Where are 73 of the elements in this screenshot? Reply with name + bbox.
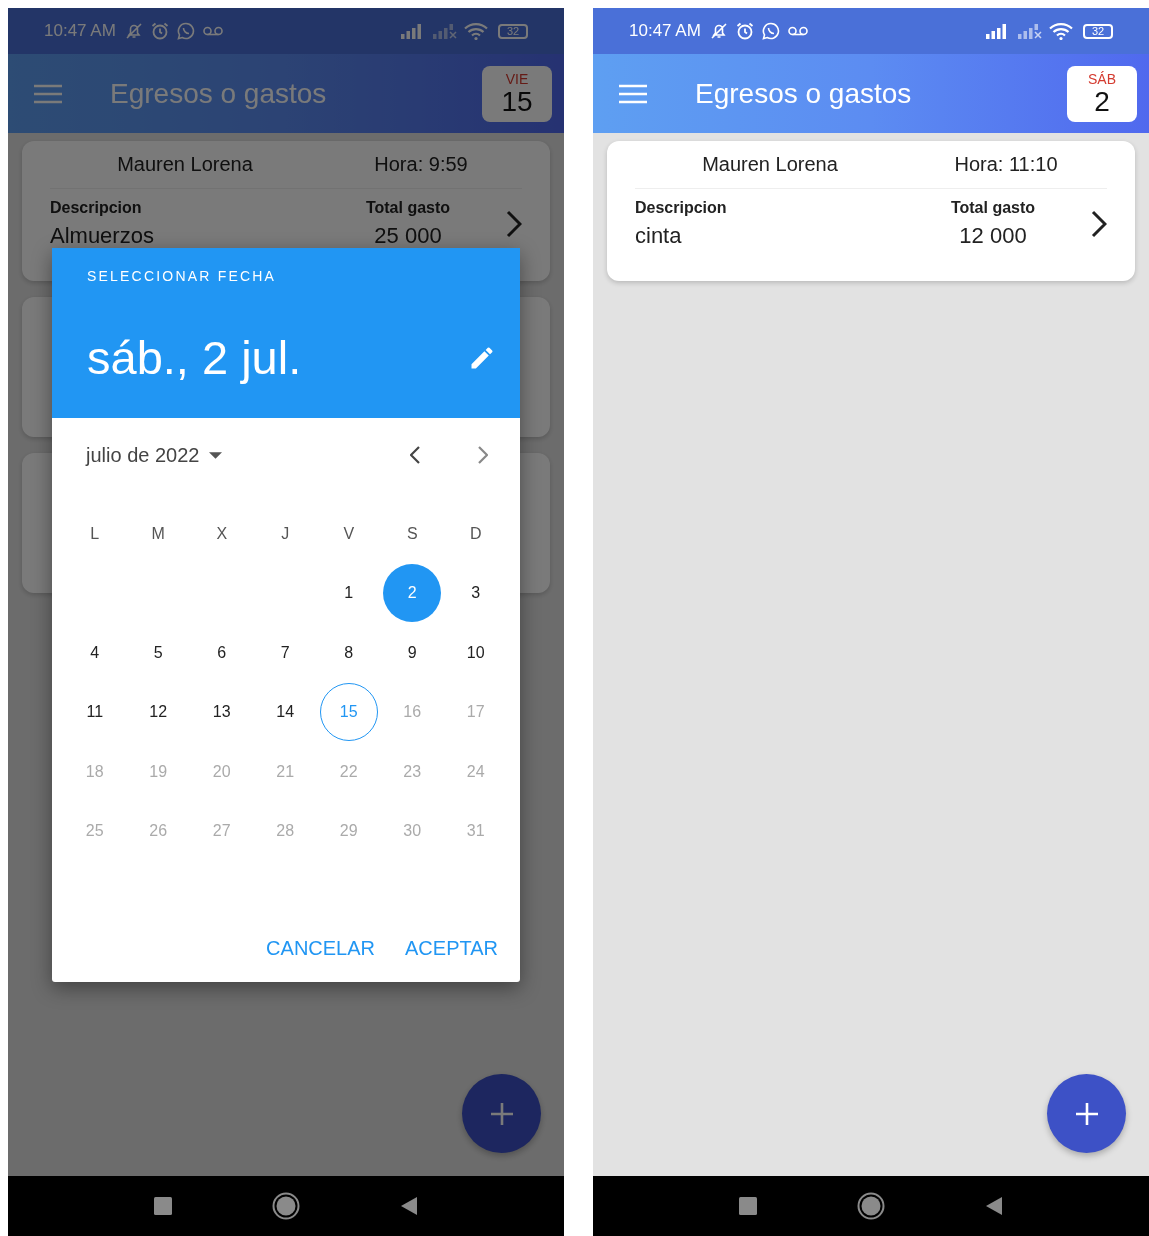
weekday-label: X — [216, 524, 228, 543]
badge-day: 2 — [1094, 86, 1110, 117]
calendar-day[interactable]: 4 — [65, 623, 124, 682]
total-label: Total gasto — [365, 199, 451, 217]
badge-weekday: SÁB — [1088, 70, 1116, 87]
calendar-day[interactable]: 14 — [256, 683, 315, 742]
app-title: Egresos o gastos — [110, 77, 327, 110]
caret-down-icon[interactable] — [209, 451, 223, 459]
calendar-day[interactable]: 12 — [129, 683, 188, 742]
total-label: Total gasto — [950, 199, 1036, 217]
weekday-label: M — [151, 524, 165, 543]
calendar-day[interactable]: 9 — [383, 623, 442, 682]
weekday-label: D — [469, 524, 482, 543]
home-icon[interactable] — [857, 1192, 885, 1220]
expense-time: Hora: 11:10 — [953, 153, 1059, 176]
person-name: Mauren Lorena — [116, 153, 254, 176]
badge-day: 15 — [501, 86, 533, 117]
description-label: Descripcion — [635, 199, 728, 217]
calendar-day[interactable]: 11 — [65, 683, 124, 742]
description-label: Descripcion — [50, 199, 143, 217]
home-icon[interactable] — [272, 1192, 300, 1220]
chat-icon — [175, 21, 196, 41]
date-badge[interactable]: SÁB 2 — [1067, 65, 1137, 122]
weekday-label: L — [90, 524, 100, 543]
plus-icon — [489, 1101, 514, 1126]
calendar-day[interactable]: 1 — [319, 564, 378, 623]
total-value: 12 000 — [959, 223, 1027, 249]
add-button[interactable] — [1047, 1074, 1126, 1153]
calendar-day[interactable]: 10 — [446, 623, 505, 682]
battery-icon: 32 — [1083, 23, 1113, 39]
expense-card[interactable]: Mauren Lorena Hora: 11:10 Descripcion cinta Total gasto 12 000 — [607, 141, 1135, 281]
calendar-day[interactable]: 8 — [319, 623, 378, 682]
wifi-icon — [464, 22, 488, 40]
weekday-label: S — [406, 524, 418, 543]
calendar-day[interactable]: 7 — [256, 623, 315, 682]
calendar-day[interactable]: 13 — [192, 683, 251, 742]
battery-icon: 32 — [498, 23, 528, 39]
back-icon[interactable] — [400, 1196, 418, 1216]
date-badge[interactable]: VIE 15 — [482, 65, 552, 122]
plus-icon — [1074, 1101, 1099, 1126]
description-value: Almuerzos — [50, 223, 155, 249]
accept-button[interactable]: ACEPTAR — [397, 929, 506, 968]
voicemail-icon — [201, 25, 224, 37]
calendar-day[interactable]: 6 — [192, 623, 251, 682]
no-signal-icon — [1017, 23, 1043, 39]
calendar-day[interactable]: 5 — [129, 623, 188, 682]
chevron-right-icon[interactable] — [1091, 210, 1107, 238]
add-button[interactable] — [462, 1074, 541, 1153]
alarm-icon — [734, 21, 755, 41]
dialog-overline: SELECCIONAR FECHA — [87, 268, 278, 284]
app-title: Egresos o gastos — [695, 77, 912, 110]
badge-weekday: VIE — [505, 70, 529, 87]
next-month-icon[interactable] — [478, 446, 488, 464]
cancel-button[interactable]: CANCELAR — [258, 929, 383, 968]
selected-date: sáb., 2 jul. — [87, 330, 302, 385]
calendar-day[interactable]: 2 — [383, 564, 442, 623]
menu-icon[interactable] — [619, 83, 647, 104]
status-time: 10:47 AM — [44, 21, 116, 41]
status-time: 10:47 AM — [629, 21, 701, 41]
month-selector[interactable]: julio de 2022 — [86, 443, 200, 467]
voicemail-icon — [786, 25, 809, 37]
calendar-day[interactable]: 3 — [446, 564, 505, 623]
expense-time: Hora: 9:59 — [373, 153, 469, 176]
weekday-label: J — [281, 524, 290, 543]
person-name: Mauren Lorena — [701, 153, 839, 176]
chat-icon — [760, 21, 781, 41]
description-value: cinta — [635, 223, 683, 249]
previous-month-icon[interactable] — [410, 446, 420, 464]
alarm-icon — [149, 21, 170, 41]
total-value: 25 000 — [374, 223, 442, 249]
weekday-label: V — [343, 524, 355, 543]
back-icon[interactable] — [985, 1196, 1003, 1216]
wifi-icon — [1049, 22, 1073, 40]
